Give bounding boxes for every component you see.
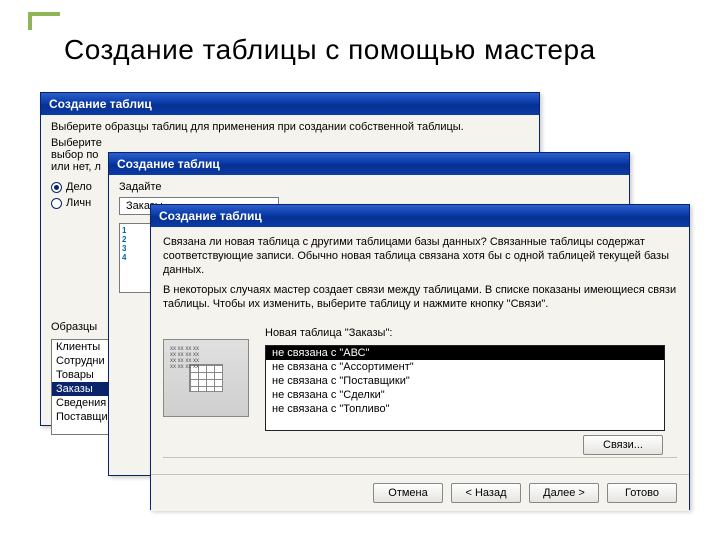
list-item[interactable]: не связана с "Поставщики": [266, 374, 664, 388]
list-item[interactable]: не связана с "Ассортимент": [266, 360, 664, 374]
radio-label: Дело: [66, 181, 92, 193]
relations-label: Новая таблица "Заказы":: [265, 327, 392, 339]
radio-icon: [51, 182, 62, 193]
dialog-title: Создание таблиц: [109, 153, 629, 175]
relations-list[interactable]: не связана с "АВС" не связана с "Ассорти…: [265, 345, 665, 431]
list-item[interactable]: не связана с "Сделки": [266, 388, 664, 402]
links-button[interactable]: Связи...: [583, 435, 663, 455]
info-paragraph-1: Связана ли новая таблица с другими табли…: [163, 235, 677, 277]
button-bar: Отмена < Назад Далее > Готово: [151, 474, 689, 511]
list-item[interactable]: не связана с "АВС": [266, 346, 664, 360]
intro-text: Выберите образцы таблиц для применения п…: [41, 115, 539, 137]
accent-corner: [28, 12, 60, 30]
dialog-title: Создание таблиц: [151, 205, 689, 227]
wizard-dialog-3: Создание таблиц Связана ли новая таблица…: [150, 204, 690, 510]
cancel-button[interactable]: Отмена: [373, 483, 443, 503]
dialog-stack: Создание таблиц Выберите образцы таблиц …: [40, 92, 680, 512]
separator: [163, 457, 677, 458]
page-title: Создание таблицы с помощью мастера: [64, 34, 596, 66]
back-button[interactable]: < Назад: [451, 483, 521, 503]
finish-button[interactable]: Готово: [607, 483, 677, 503]
next-button[interactable]: Далее >: [529, 483, 599, 503]
info-paragraph-2: В некоторых случаях мастер создает связи…: [163, 283, 677, 311]
section-label: Образцы: [51, 321, 97, 333]
radio-icon: [51, 198, 62, 209]
prompt-text: Задайте: [119, 181, 619, 193]
intro-line: Выберите: [51, 137, 529, 149]
radio-label: Личн: [66, 197, 91, 209]
relationship-illustration: xx xx xx xxxx xx xx xxxx xx xx xxxx xx x…: [163, 339, 249, 417]
dialog-title: Создание таблиц: [41, 93, 539, 115]
list-item[interactable]: не связана с "Топливо": [266, 402, 664, 416]
